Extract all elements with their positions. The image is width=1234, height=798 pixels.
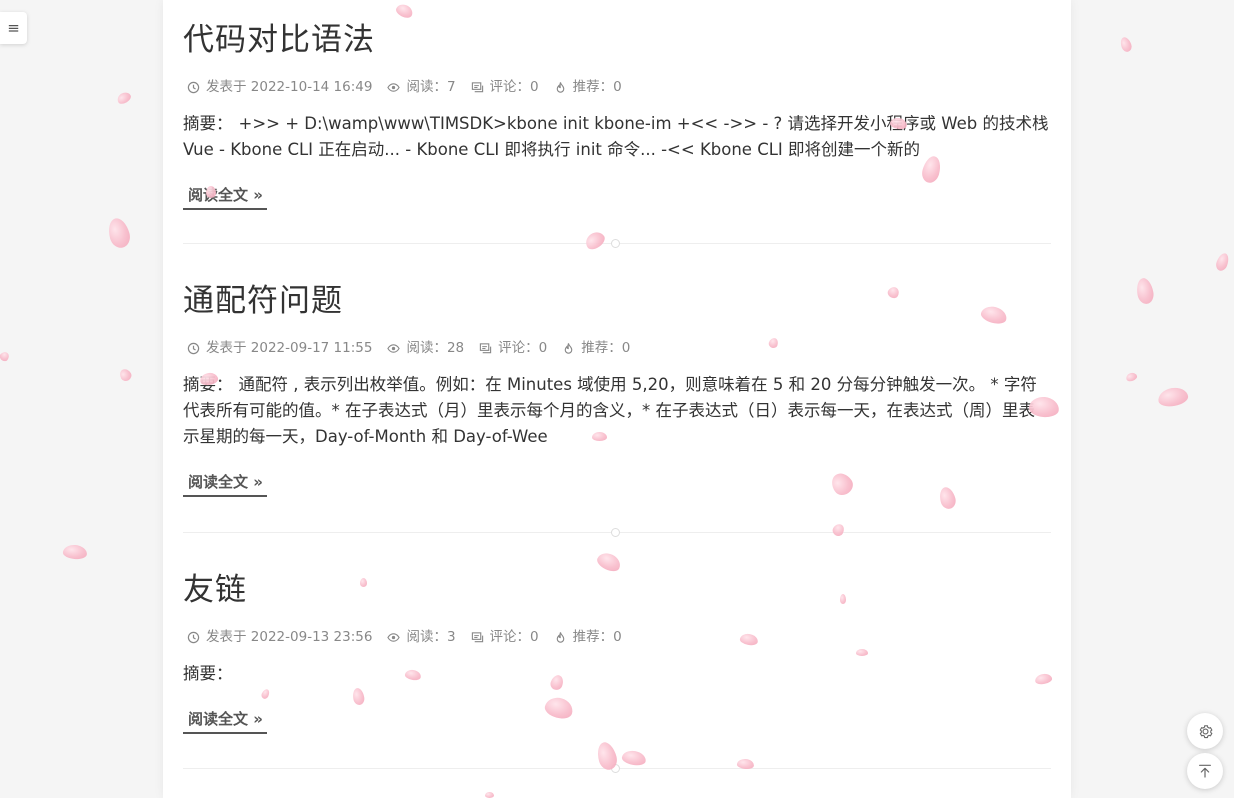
post-title[interactable]: 通配符问题 xyxy=(183,281,1051,321)
back-to-top-icon xyxy=(1199,764,1211,778)
post-divider xyxy=(183,764,1051,773)
sidebar-menu-button[interactable]: ≡ xyxy=(0,12,27,44)
petal xyxy=(115,90,133,106)
clock-icon xyxy=(187,342,200,354)
post-divider xyxy=(183,528,1051,537)
post-comments: 评论：0 xyxy=(467,78,539,96)
post-comments: 评论：0 xyxy=(467,628,539,646)
post-reads: 阅读：28 xyxy=(383,339,464,357)
back-to-top-button[interactable] xyxy=(1187,753,1223,789)
post-item: 通配符问题 发表于 2022-09-17 11:55 阅读：28 评论：0 推荐… xyxy=(183,281,1051,497)
flame-icon xyxy=(564,342,573,354)
settings-button[interactable] xyxy=(1187,713,1223,749)
petal xyxy=(1118,35,1134,54)
eye-icon xyxy=(387,82,401,92)
post-summary: 摘要： 通配符 , 表示列出枚举值。例如：在 Minutes 域使用 5,20，则… xyxy=(183,375,1037,446)
post-reads: 阅读：3 xyxy=(383,628,456,646)
petal xyxy=(0,350,11,363)
post-summary: 摘要： +>> + D:\wamp\www\TIMSDK>kbone init k… xyxy=(183,114,1049,159)
post-list: 代码对比语法 发表于 2022-10-14 16:49 阅读：7 评论：0 推荐… xyxy=(163,0,1071,798)
menu-icon: ≡ xyxy=(7,19,20,37)
post-recommend: 推荐：0 xyxy=(550,628,622,646)
comment-icon xyxy=(471,81,483,92)
post-meta: 发表于 2022-09-17 11:55 阅读：28 评论：0 推荐：0 xyxy=(183,339,1051,357)
gear-icon xyxy=(1199,724,1212,738)
post-date: 发表于 2022-09-13 23:56 xyxy=(183,628,372,646)
petal xyxy=(117,367,134,383)
read-more-link[interactable]: 阅读全文 » xyxy=(183,184,267,210)
clock-icon xyxy=(187,631,200,643)
post-item: 代码对比语法 发表于 2022-10-14 16:49 阅读：7 评论：0 推荐… xyxy=(183,20,1051,210)
post-item: 友链 发表于 2022-09-13 23:56 阅读：3 评论：0 推荐：0 摘… xyxy=(183,570,1051,734)
post-comments: 评论：0 xyxy=(475,339,547,357)
post-divider xyxy=(183,239,1051,248)
post-recommend: 推荐：0 xyxy=(550,78,622,96)
clock-icon xyxy=(187,81,200,93)
post-meta: 发表于 2022-09-13 23:56 阅读：3 评论：0 推荐：0 xyxy=(183,628,1051,646)
read-more-link[interactable]: 阅读全文 » xyxy=(183,708,267,734)
post-reads: 阅读：7 xyxy=(383,78,456,96)
post-meta: 发表于 2022-10-14 16:49 阅读：7 评论：0 推荐：0 xyxy=(183,78,1051,96)
petal xyxy=(1214,251,1231,273)
comment-icon xyxy=(479,342,492,353)
eye-icon xyxy=(387,632,401,642)
petal xyxy=(1124,371,1139,383)
petal xyxy=(62,543,88,561)
post-recommend: 推荐：0 xyxy=(558,339,630,357)
post-date: 发表于 2022-09-17 11:55 xyxy=(183,339,372,357)
petal xyxy=(105,215,133,251)
post-summary: 摘要： xyxy=(183,664,233,683)
petal xyxy=(1134,276,1156,306)
post-title[interactable]: 友链 xyxy=(183,570,1051,610)
post-date: 发表于 2022-10-14 16:49 xyxy=(183,78,372,96)
comment-icon xyxy=(471,631,483,642)
eye-icon xyxy=(387,343,401,353)
read-more-link[interactable]: 阅读全文 » xyxy=(183,471,267,497)
petal xyxy=(1156,385,1190,409)
post-title[interactable]: 代码对比语法 xyxy=(183,20,1051,60)
flame-icon xyxy=(556,81,564,93)
flame-icon xyxy=(556,631,564,643)
